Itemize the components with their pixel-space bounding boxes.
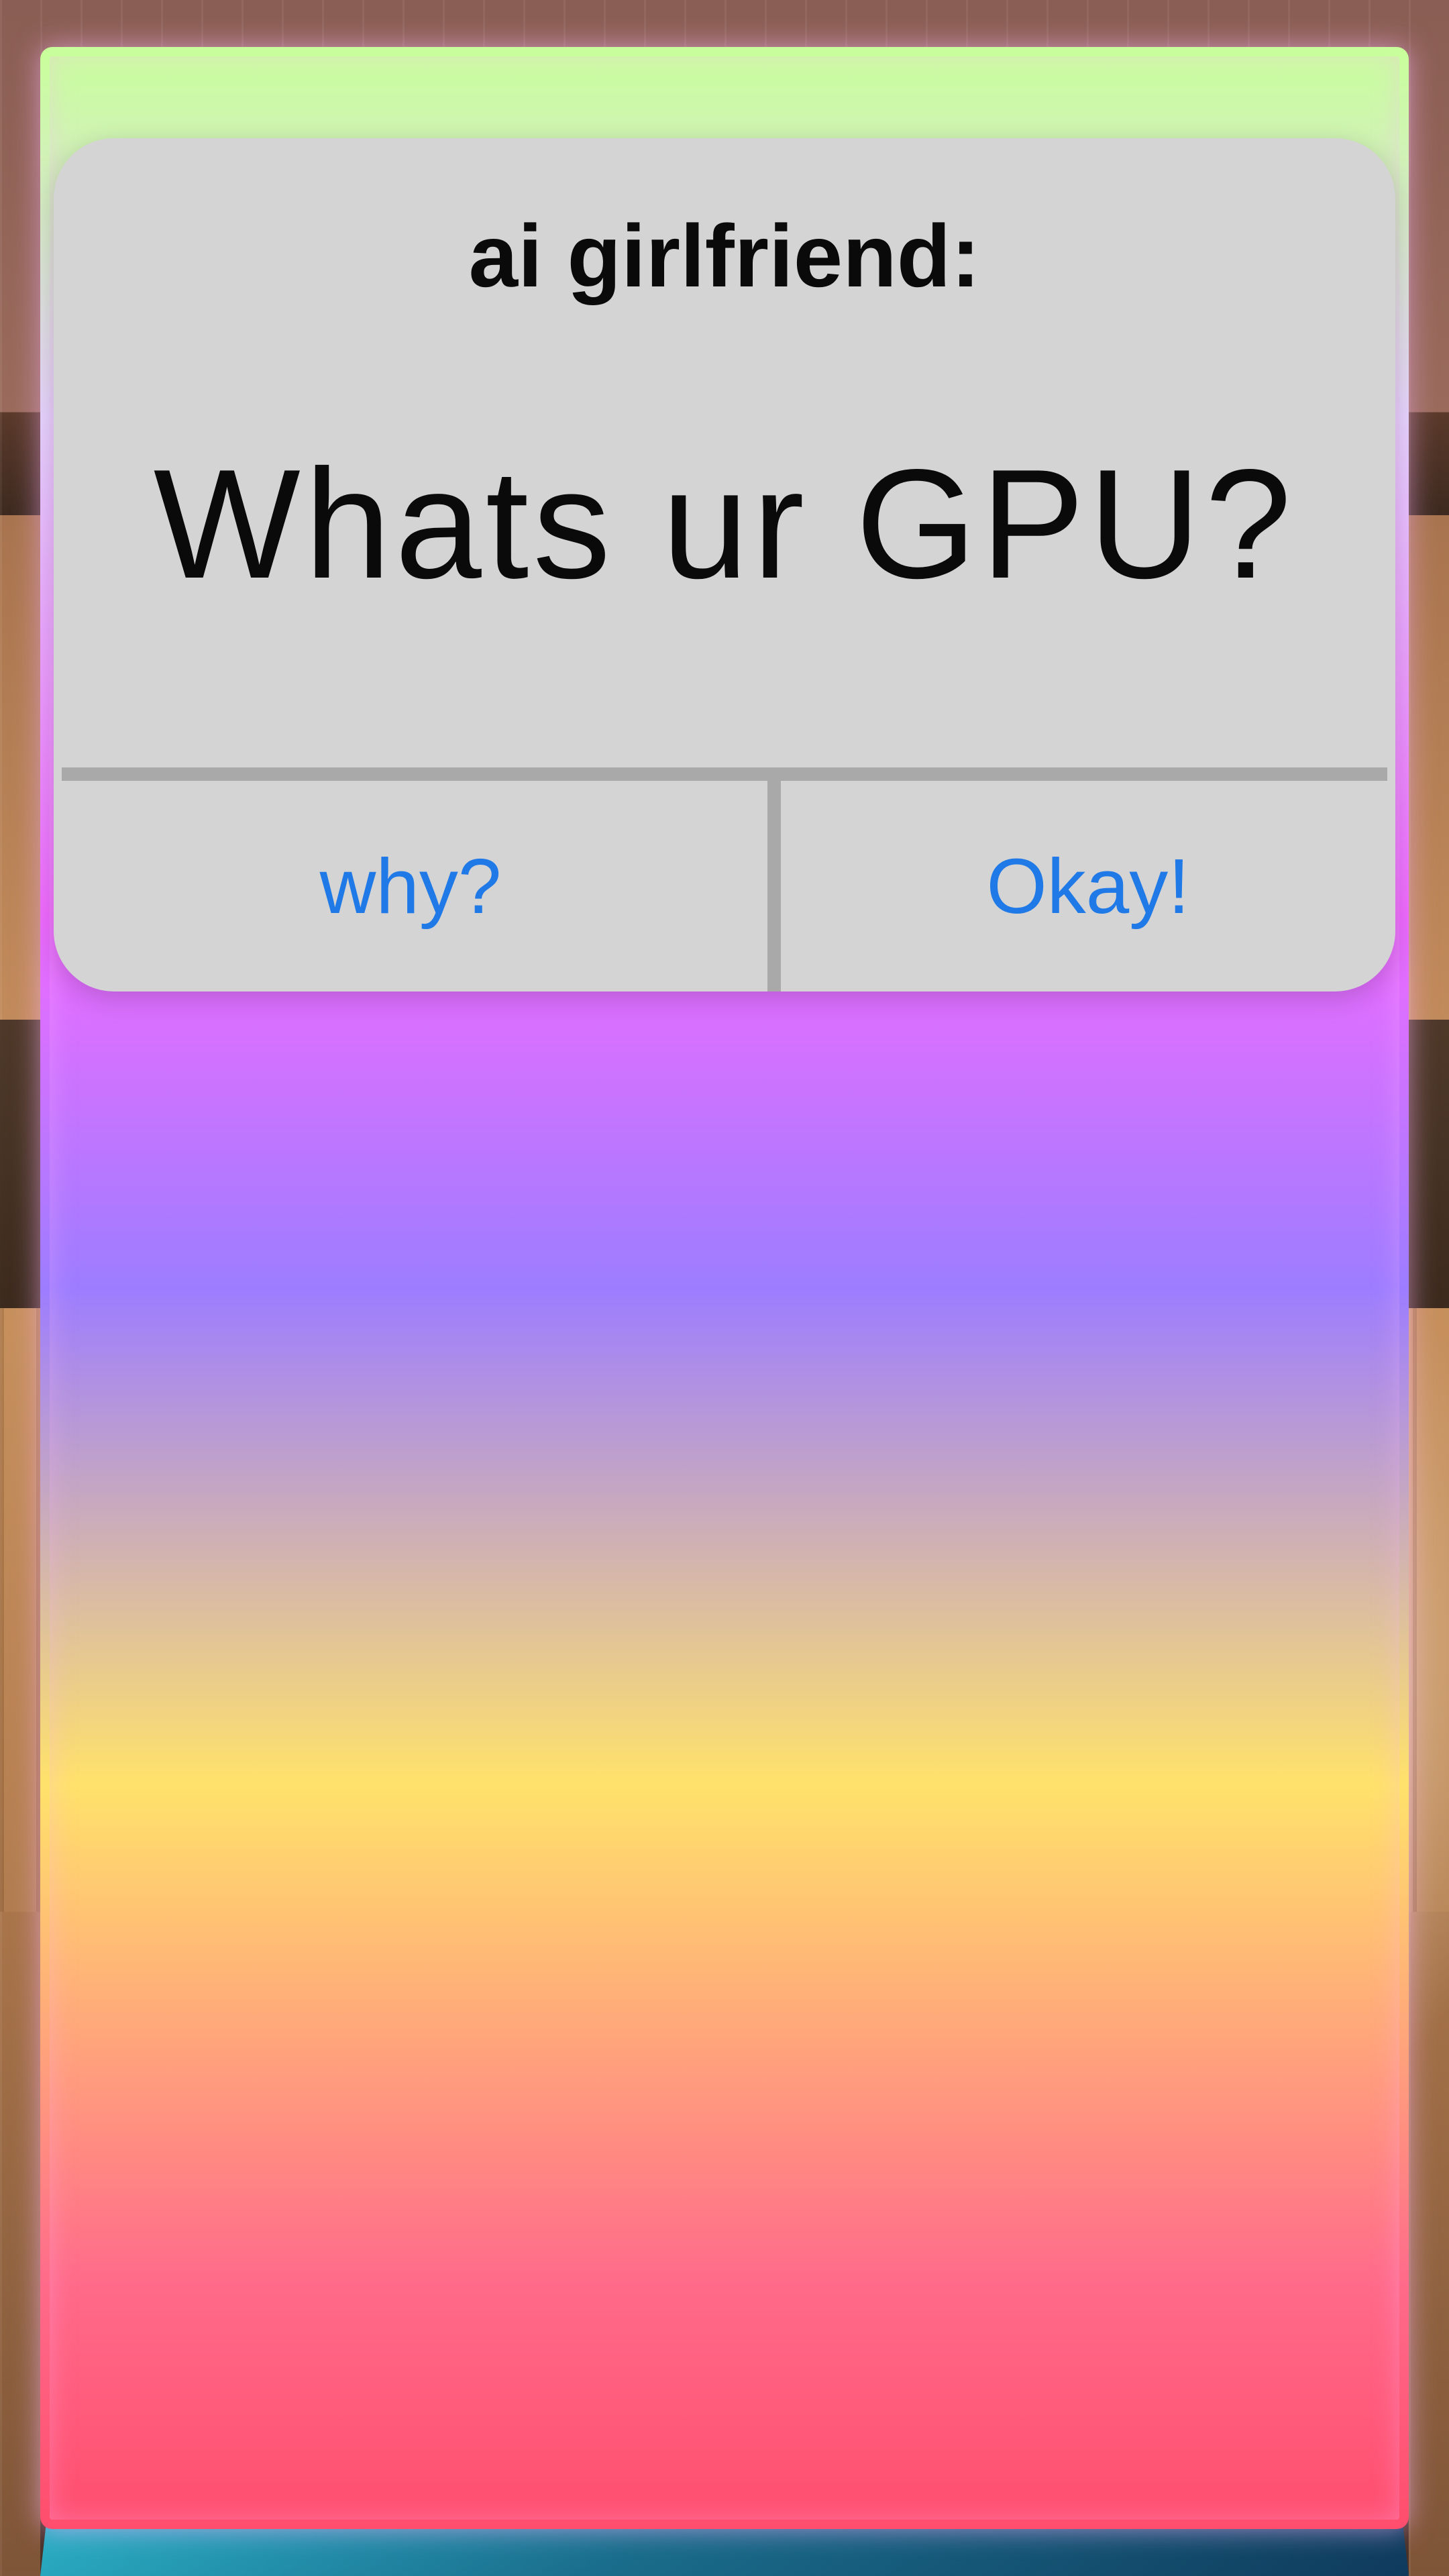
dialog-title: ai girlfriend: xyxy=(468,207,981,305)
dialog-message: Whats ur GPU? xyxy=(153,437,1296,611)
okay-button[interactable]: Okay! xyxy=(781,781,1395,991)
dialog-vertical-divider xyxy=(767,781,781,991)
alert-dialog: ai girlfriend: Whats ur GPU? why? Okay! xyxy=(54,138,1395,991)
dialog-horizontal-divider xyxy=(62,767,1387,781)
why-button[interactable]: why? xyxy=(54,781,767,991)
